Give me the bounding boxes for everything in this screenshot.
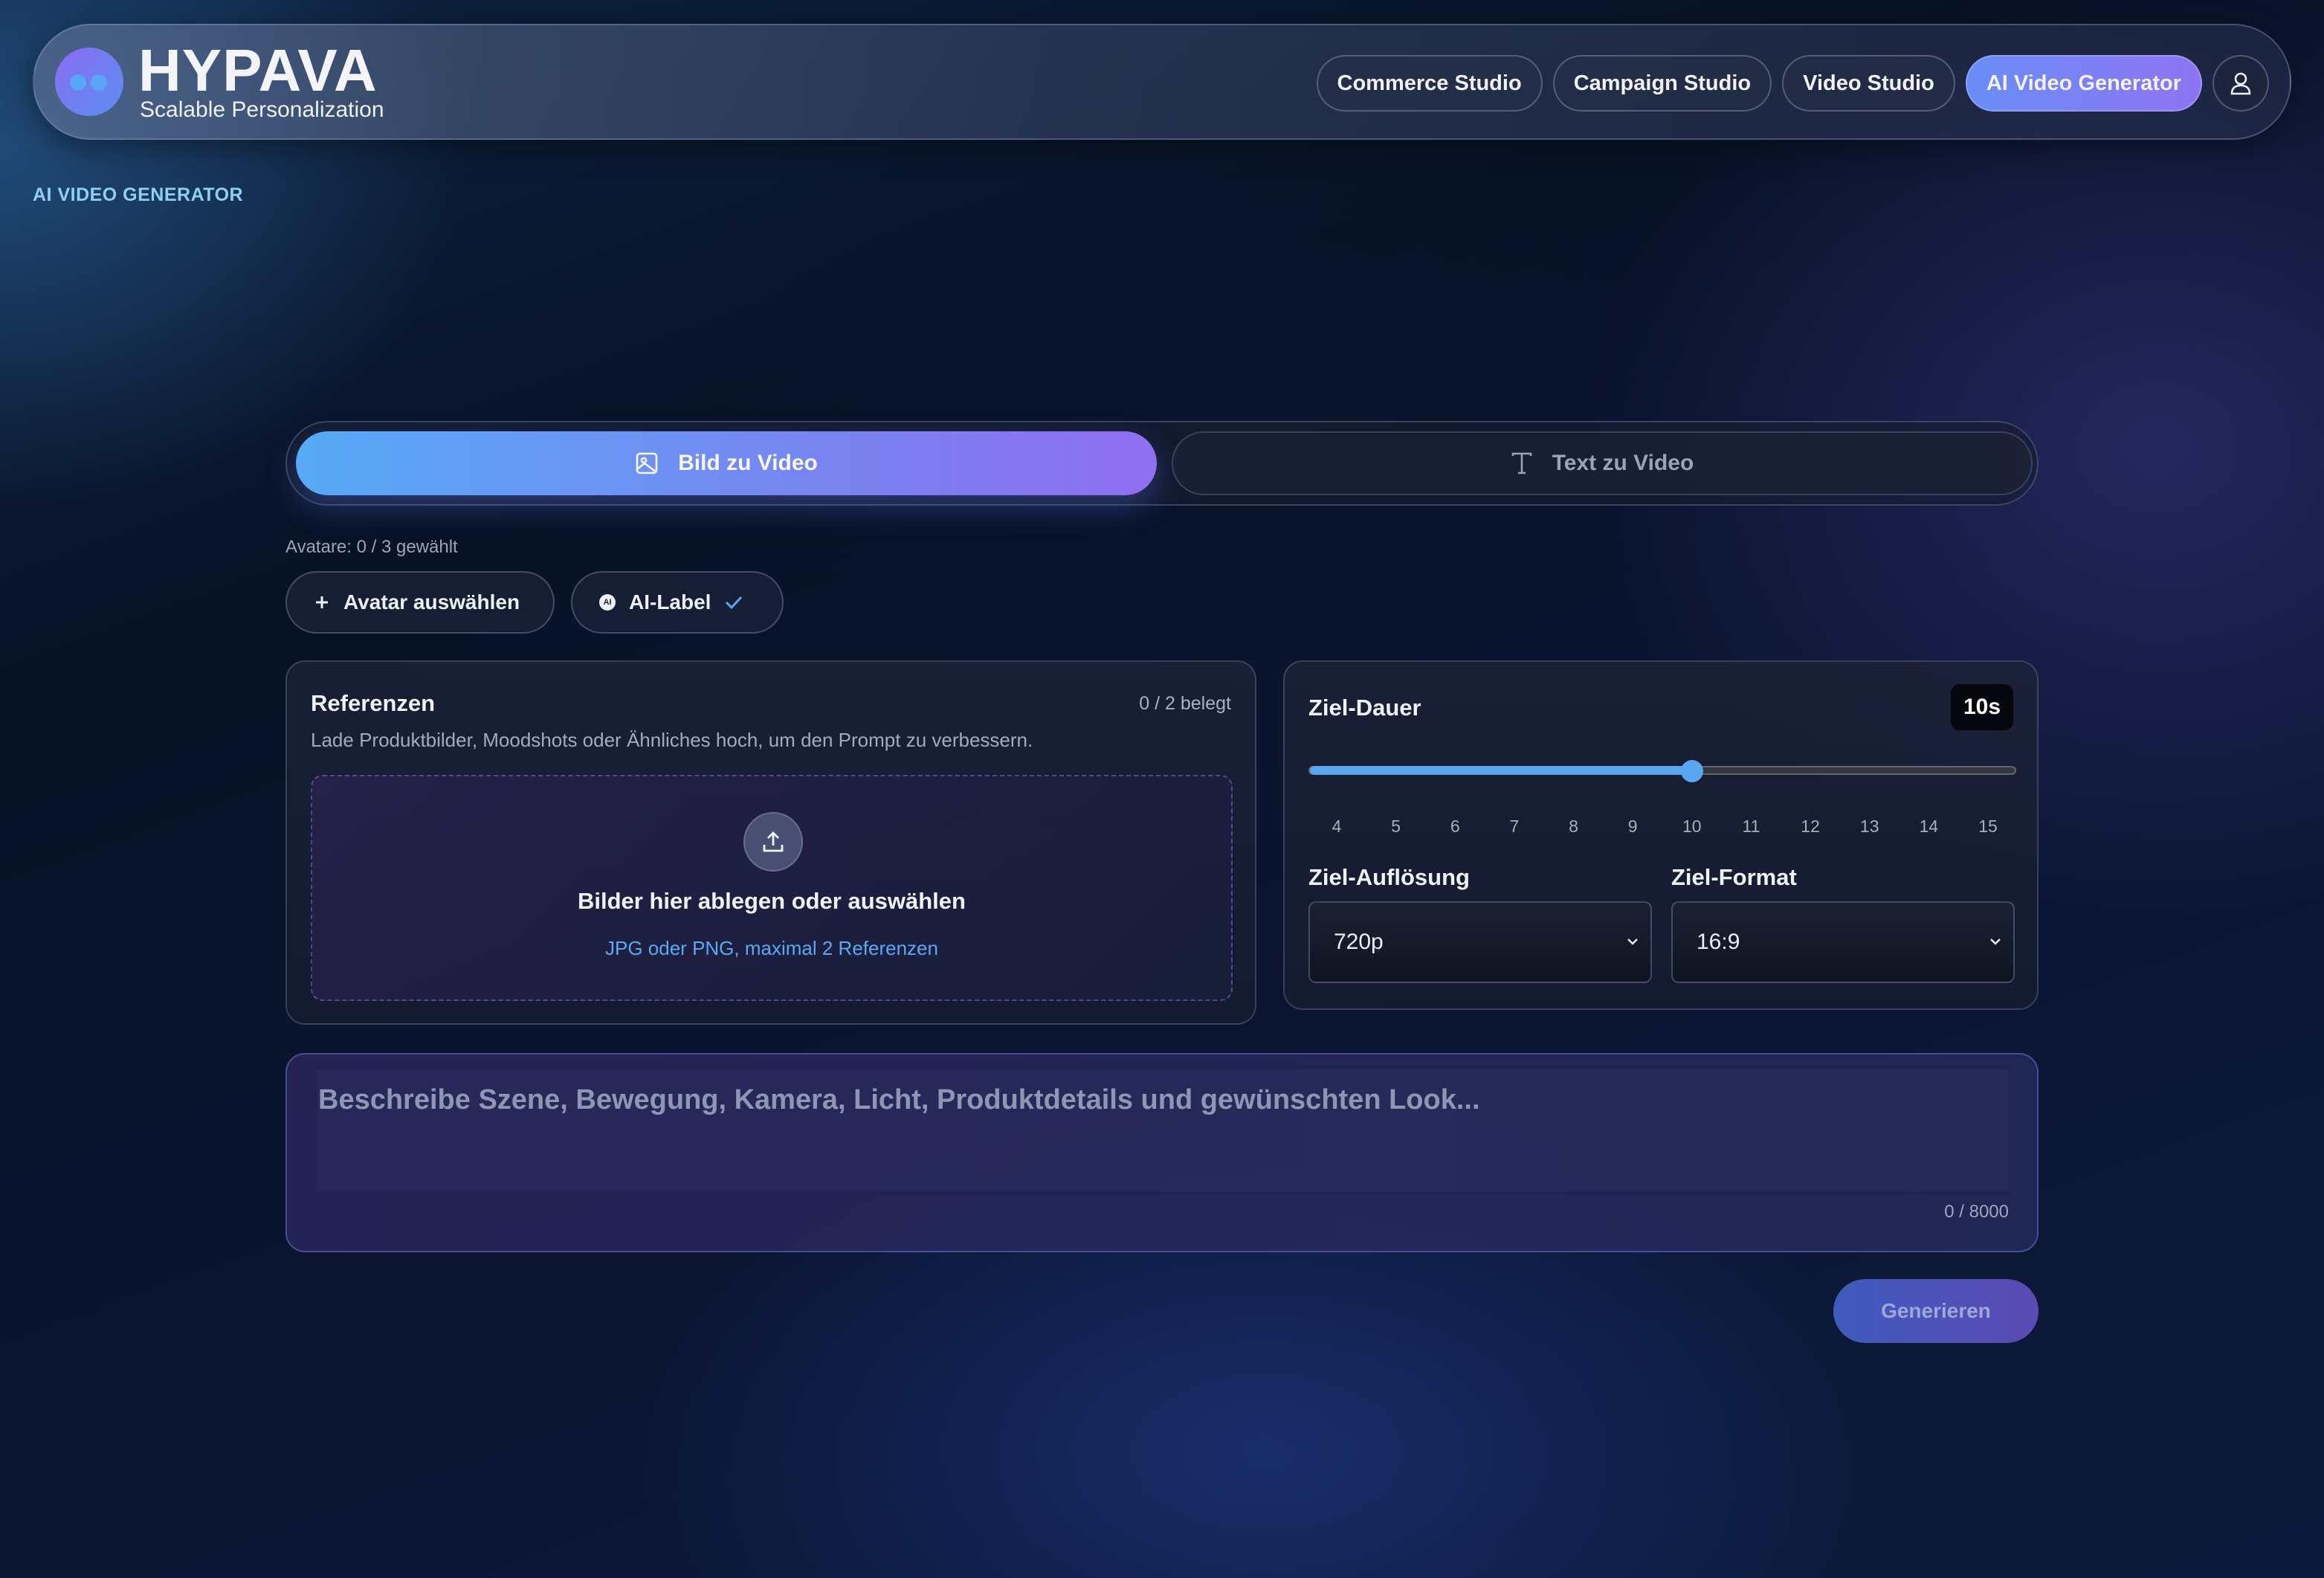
duration-tick: 12 — [1801, 817, 1820, 836]
duration-tick: 15 — [1978, 817, 1998, 836]
nav-commerce-studio[interactable]: Commerce Studio — [1316, 55, 1543, 112]
duration-tick: 8 — [1569, 817, 1578, 836]
logo-eye-left — [70, 74, 86, 91]
nav-video-studio[interactable]: Video Studio — [1782, 55, 1955, 112]
resolution-select[interactable]: 720p — [1308, 901, 1652, 983]
dropzone-title: Bilder hier ablegen oder auswählen — [578, 888, 966, 914]
tab-text-to-video-label: Text zu Video — [1552, 451, 1694, 475]
mode-toggle: Bild zu Video Text zu Video — [285, 421, 2039, 506]
user-icon — [2230, 72, 2251, 95]
format-value: 16:9 — [1697, 930, 1740, 954]
chevron-down-icon — [1990, 938, 2001, 945]
duration-tick: 13 — [1859, 817, 1879, 836]
duration-slider-fill — [1310, 766, 1694, 775]
duration-value-badge: 10s — [1951, 684, 2013, 730]
ai-label-toggle[interactable]: AI AI-Label — [571, 571, 784, 634]
duration-tick: 10 — [1682, 817, 1702, 836]
references-count: 0 / 2 belegt — [1139, 693, 1231, 714]
avatar-status: Avatare: 0 / 3 gewählt — [285, 537, 458, 557]
duration-slider-thumb[interactable] — [1680, 760, 1703, 782]
section-label: AI VIDEO GENERATOR — [33, 184, 244, 205]
duration-title: Ziel-Dauer — [1308, 695, 1421, 721]
ai-label-text: AI-Label — [629, 590, 711, 614]
upload-icon — [763, 831, 784, 852]
nav-ai-video-generator[interactable]: AI Video Generator — [1965, 55, 2202, 112]
duration-tick: 6 — [1450, 817, 1460, 836]
prompt-panel: 0 / 8000 — [285, 1053, 2039, 1252]
main-nav: Commerce Studio Campaign Studio Video St… — [1316, 55, 2269, 112]
duration-tick: 5 — [1391, 817, 1401, 836]
brand-tagline: Scalable Personalization — [140, 97, 384, 122]
nav-campaign-studio[interactable]: Campaign Studio — [1552, 55, 1772, 112]
tab-image-to-video-label: Bild zu Video — [678, 451, 818, 475]
format-select[interactable]: 16:9 — [1671, 901, 2015, 983]
duration-tick: 9 — [1627, 817, 1638, 836]
references-description: Lade Produktbilder, Moodshots oder Ähnli… — [311, 729, 1033, 751]
image-icon — [636, 452, 658, 474]
prompt-textarea[interactable] — [317, 1069, 2009, 1191]
duration-ticks: 4 5 6 7 8 9 10 11 12 13 14 15 — [1308, 817, 2016, 839]
upload-button[interactable] — [743, 812, 803, 872]
ai-badge-icon: AI — [599, 594, 616, 611]
logo-icon[interactable] — [55, 48, 123, 116]
chevron-down-icon — [1627, 938, 1638, 945]
tab-text-to-video[interactable]: Text zu Video — [1172, 431, 2033, 495]
resolution-title: Ziel-Auflösung — [1308, 864, 1470, 890]
format-title: Ziel-Format — [1671, 864, 1797, 890]
logo-eye-right — [91, 74, 107, 91]
user-menu-button[interactable] — [2212, 55, 2269, 112]
brand-name[interactable]: HYPAVA — [138, 37, 378, 104]
duration-slider[interactable] — [1308, 766, 2016, 775]
tab-image-to-video[interactable]: Bild zu Video — [296, 431, 1157, 495]
checkmark-icon — [726, 596, 743, 610]
resolution-value: 720p — [1334, 930, 1384, 954]
duration-tick: 11 — [1742, 817, 1760, 836]
references-title: Referenzen — [311, 690, 436, 716]
reference-dropzone[interactable]: Bilder hier ablegen oder auswählen JPG o… — [311, 775, 1233, 1001]
duration-tick: 4 — [1332, 817, 1342, 836]
duration-tick: 7 — [1509, 817, 1520, 836]
references-panel: Referenzen 0 / 2 belegt Lade Produktbild… — [285, 660, 1256, 1025]
prompt-char-count: 0 / 8000 — [1944, 1202, 2009, 1222]
select-avatar-button[interactable]: Avatar auswählen — [285, 571, 555, 634]
dropzone-hint: JPG oder PNG, maximal 2 Referenzen — [605, 937, 938, 959]
duration-tick: 14 — [1919, 817, 1939, 836]
plus-icon — [316, 596, 328, 608]
select-avatar-label: Avatar auswählen — [343, 590, 520, 614]
text-icon — [1511, 452, 1532, 474]
top-navbar: HYPAVA Scalable Personalization Commerce… — [33, 24, 2291, 140]
video-settings-panel: Ziel-Dauer 10s 4 5 6 7 8 9 10 11 12 13 14 15 Ziel-A… — [1283, 660, 2039, 1010]
generate-button[interactable]: Generieren — [1833, 1279, 2039, 1343]
